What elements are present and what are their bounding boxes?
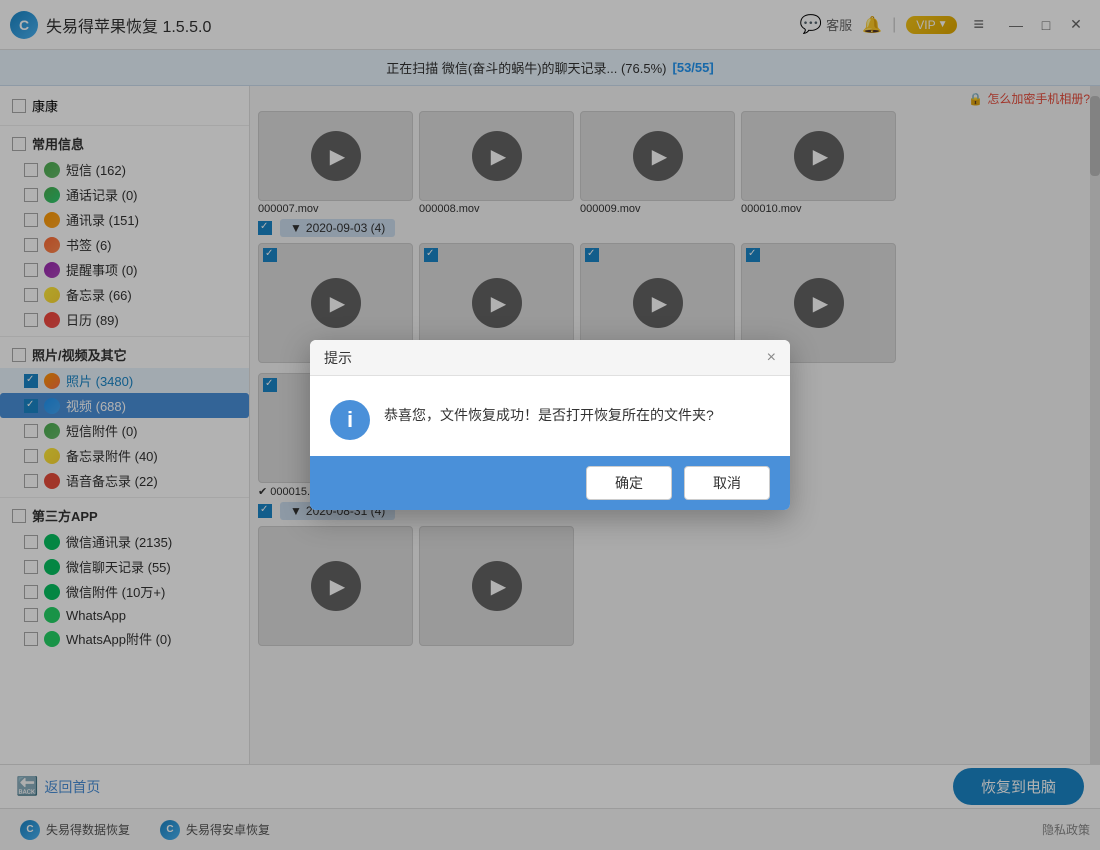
dialog-title-bar: 提示 × [310,340,790,376]
dialog-cancel-button[interactable]: 取消 [684,466,770,500]
dialog-footer: 确定 取消 [310,456,790,510]
info-icon: i [330,400,370,440]
dialog-message: 恭喜您，文件恢复成功！是否打开恢复所在的文件夹? [384,400,714,428]
dialog-confirm-button[interactable]: 确定 [586,466,672,500]
dialog-close-button[interactable]: × [767,349,776,367]
dialog-overlay: 提示 × i 恭喜您，文件恢复成功！是否打开恢复所在的文件夹? 确定 取消 [0,0,1100,850]
dialog-body: i 恭喜您，文件恢复成功！是否打开恢复所在的文件夹? [310,376,790,456]
dialog: 提示 × i 恭喜您，文件恢复成功！是否打开恢复所在的文件夹? 确定 取消 [310,340,790,510]
dialog-title: 提示 [324,348,352,368]
